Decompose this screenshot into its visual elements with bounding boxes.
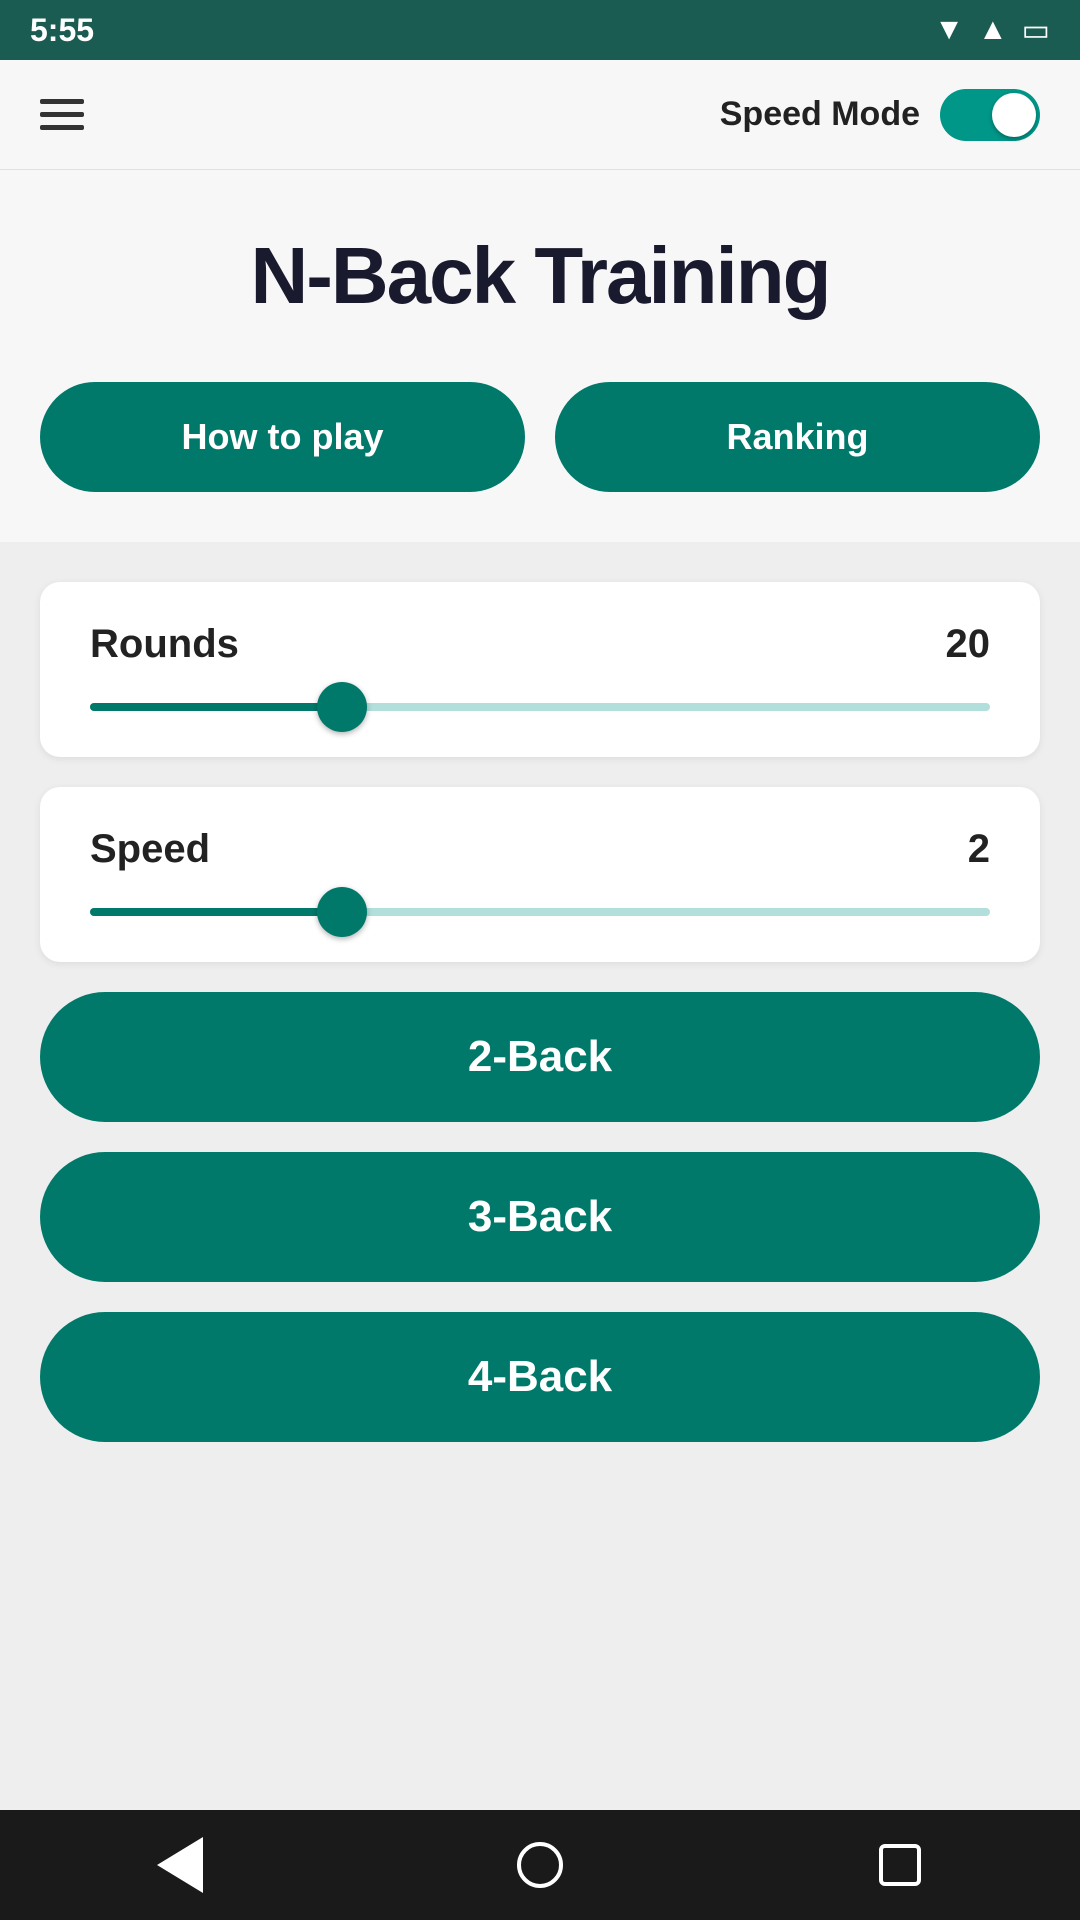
ranking-button[interactable]: Ranking: [555, 382, 1040, 492]
hero-buttons: How to play Ranking: [40, 382, 1040, 492]
hamburger-line-2: [40, 112, 84, 117]
rounds-header: Rounds 20: [90, 622, 990, 667]
four-back-button[interactable]: 4-Back: [40, 1312, 1040, 1442]
signal-icon: ▲: [978, 13, 1008, 47]
hamburger-line-1: [40, 99, 84, 104]
battery-icon: ▭: [1022, 13, 1050, 48]
three-back-button[interactable]: 3-Back: [40, 1152, 1040, 1282]
rounds-track: [90, 703, 990, 711]
speed-label: Speed: [90, 827, 210, 872]
home-icon: [517, 1842, 563, 1888]
speed-slider[interactable]: [90, 902, 990, 922]
speed-mode-toggle[interactable]: [940, 89, 1040, 141]
rounds-value: 20: [946, 622, 991, 667]
menu-button[interactable]: [40, 99, 84, 130]
toggle-slider: [940, 89, 1040, 141]
hamburger-line-3: [40, 125, 84, 130]
speed-track: [90, 908, 990, 916]
back-nav-button[interactable]: [140, 1825, 220, 1905]
speed-header: Speed 2: [90, 827, 990, 872]
wifi-icon: ▼: [934, 13, 964, 47]
speed-mode-label: Speed Mode: [720, 95, 920, 134]
rounds-slider[interactable]: [90, 697, 990, 717]
how-to-play-button[interactable]: How to play: [40, 382, 525, 492]
speed-fill: [90, 908, 342, 916]
back-icon: [157, 1837, 203, 1893]
top-bar: Speed Mode: [0, 60, 1080, 170]
speed-card: Speed 2: [40, 787, 1040, 962]
home-nav-button[interactable]: [500, 1825, 580, 1905]
recents-icon: [879, 1844, 921, 1886]
toggle-knob: [992, 93, 1036, 137]
hero-section: N-Back Training How to play Ranking: [0, 170, 1080, 542]
rounds-thumb[interactable]: [317, 682, 367, 732]
status-bar: 5:55 ▼ ▲ ▭: [0, 0, 1080, 60]
rounds-fill: [90, 703, 342, 711]
rounds-label: Rounds: [90, 622, 239, 667]
status-icons: ▼ ▲ ▭: [934, 13, 1050, 48]
nav-bar: [0, 1810, 1080, 1920]
status-time: 5:55: [30, 12, 94, 49]
speed-mode-container: Speed Mode: [720, 89, 1040, 141]
app-title: N-Back Training: [250, 230, 829, 322]
speed-thumb[interactable]: [317, 887, 367, 937]
speed-value: 2: [968, 827, 990, 872]
rounds-card: Rounds 20: [40, 582, 1040, 757]
two-back-button[interactable]: 2-Back: [40, 992, 1040, 1122]
recents-nav-button[interactable]: [860, 1825, 940, 1905]
main-content: Rounds 20 Speed 2 2-Back 3-Back 4-Back: [0, 542, 1080, 1810]
